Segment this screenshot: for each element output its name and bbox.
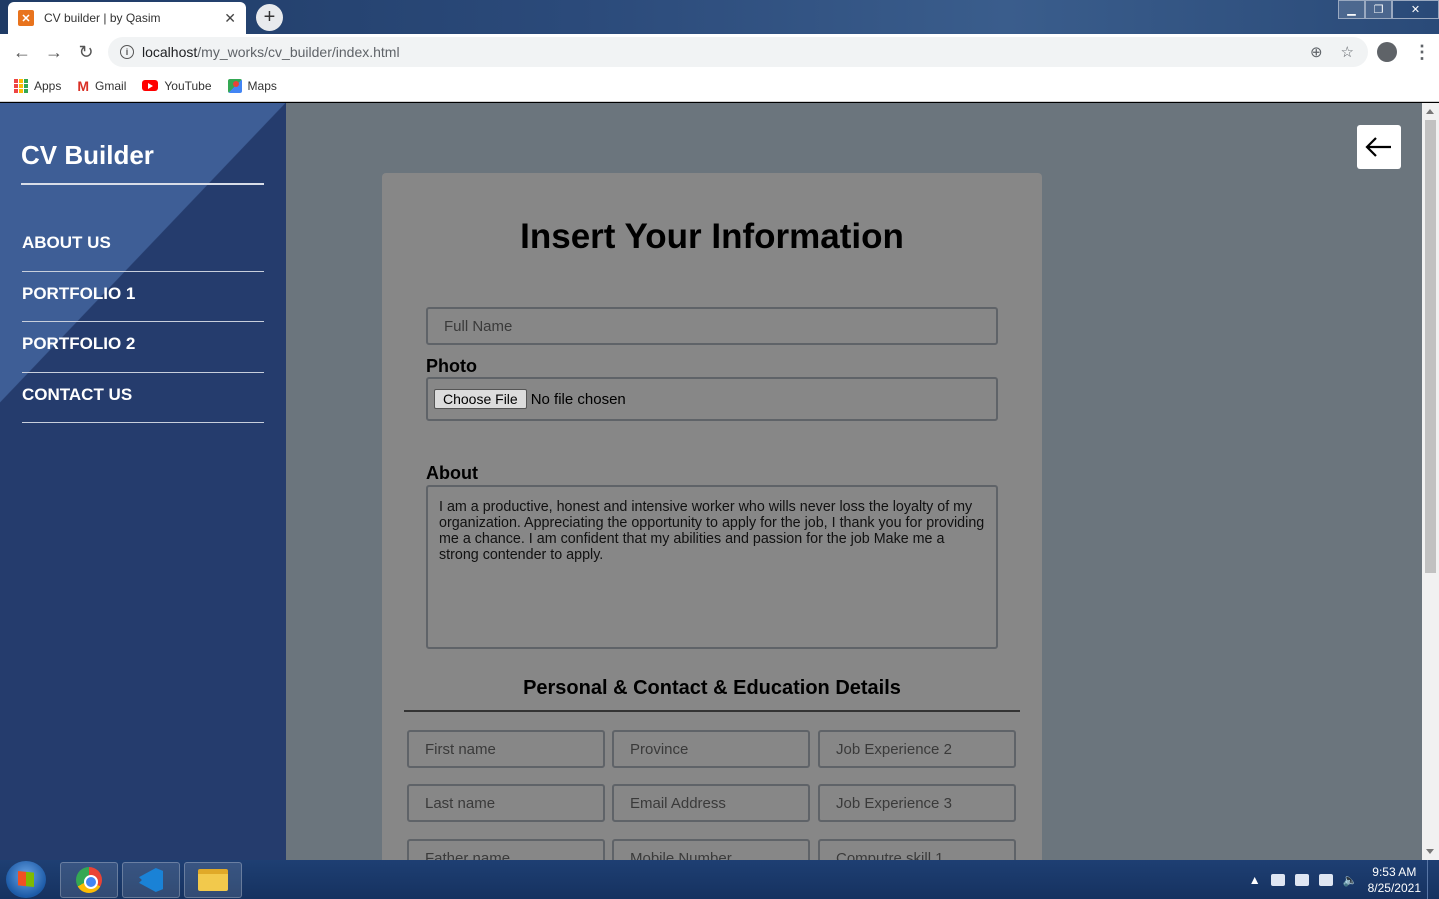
no-file-text: No file chosen — [530, 390, 626, 408]
menu-kebab-icon[interactable]: ⋮ — [1413, 42, 1431, 63]
apps-grid-icon — [14, 78, 28, 93]
arrow-left-icon — [1365, 137, 1391, 157]
gmail-icon: M — [77, 77, 90, 94]
about-textarea[interactable]: I am a productive, honest and intensive … — [426, 485, 998, 649]
last-name-input[interactable]: Last name — [407, 784, 605, 822]
back-arrow-icon[interactable]: ← — [6, 36, 38, 68]
form-title: Insert Your Information — [520, 217, 904, 256]
taskbar-vscode[interactable] — [122, 862, 180, 898]
window-controls: ▁ ❐ ✕ — [1338, 0, 1439, 20]
bookmarks-bar: Apps M Gmail YouTube Maps — [0, 70, 1439, 102]
taskbar-file-explorer[interactable] — [184, 862, 242, 898]
bookmark-maps[interactable]: Maps — [227, 78, 277, 93]
job-experience-2-input[interactable]: Job Experience 2 — [818, 730, 1016, 768]
reload-icon[interactable]: ↻ — [70, 36, 102, 68]
windows-taskbar: ▲ 🔈 9:53 AM 8/25/2021 — [0, 860, 1439, 899]
brand-title: CV Builder — [21, 140, 264, 185]
page-viewport: CV Builder ABOUT US PORTFOLIO 1 PORTFOLI… — [0, 103, 1439, 860]
site-info-icon[interactable]: i — [120, 45, 134, 59]
bookmark-youtube[interactable]: YouTube — [142, 79, 212, 93]
computer-skill-1-input[interactable]: Computre skill 1 — [818, 839, 1016, 860]
father-name-input[interactable]: Father name — [407, 839, 605, 860]
tray-flag-icon[interactable] — [1270, 873, 1285, 886]
about-label: About — [426, 463, 478, 483]
photo-label: Photo — [426, 356, 477, 376]
bookmark-gmail[interactable]: M Gmail — [77, 78, 126, 94]
scroll-up-icon[interactable] — [1426, 109, 1434, 114]
nav-about-us[interactable]: ABOUT US — [22, 221, 264, 272]
back-button[interactable] — [1357, 125, 1401, 169]
bookmark-apps[interactable]: Apps — [14, 78, 61, 93]
vscode-icon — [139, 868, 163, 892]
scrollbar-thumb[interactable] — [1425, 120, 1436, 573]
zoom-icon[interactable]: ⊕ — [1310, 43, 1323, 61]
bookmark-star-icon[interactable]: ☆ — [1341, 43, 1354, 61]
section-divider — [404, 710, 1020, 712]
first-name-input[interactable]: First name — [407, 730, 605, 768]
forward-arrow-icon[interactable]: → — [38, 36, 70, 68]
taskbar-chrome[interactable] — [60, 862, 118, 898]
maps-icon — [227, 78, 242, 93]
tab-close-icon[interactable]: ✕ — [224, 10, 236, 27]
section-title: Personal & Contact & Education Details — [523, 677, 901, 699]
volume-icon[interactable]: 🔈 — [1343, 873, 1358, 887]
browser-tab[interactable]: ✕ CV builder | by Qasim ✕ — [8, 2, 246, 34]
nav-portfolio-2[interactable]: PORTFOLIO 2 — [22, 322, 264, 373]
chrome-icon — [76, 867, 102, 893]
clock[interactable]: 9:53 AM 8/25/2021 — [1368, 864, 1421, 896]
window-titlebar: ✕ CV builder | by Qasim ✕ + ▁ ❐ ✕ — [0, 0, 1439, 34]
youtube-icon — [142, 80, 159, 91]
window-close-icon[interactable]: ✕ — [1392, 0, 1439, 19]
sidebar: CV Builder ABOUT US PORTFOLIO 1 PORTFOLI… — [0, 103, 286, 860]
restore-icon[interactable]: ❐ — [1365, 0, 1392, 19]
tray-device-icon[interactable] — [1294, 873, 1309, 886]
start-button[interactable] — [6, 861, 46, 898]
file-explorer-icon — [198, 869, 228, 891]
province-input[interactable]: Province — [612, 730, 810, 768]
tray-network-icon[interactable] — [1318, 873, 1333, 886]
scroll-down-icon[interactable] — [1426, 849, 1434, 854]
photo-file-input[interactable]: Choose File No file chosen — [426, 377, 998, 421]
xampp-favicon-icon: ✕ — [18, 10, 34, 26]
nav-contact-us[interactable]: CONTACT US — [22, 373, 264, 423]
show-desktop-button[interactable] — [1427, 860, 1439, 899]
mobile-number-input[interactable]: Mobile Number — [612, 839, 810, 860]
browser-toolbar: ← → ↻ i localhost/my_works/cv_builder/in… — [0, 34, 1439, 70]
tray-expand-icon[interactable]: ▲ — [1249, 873, 1261, 887]
system-tray: ▲ 🔈 9:53 AM 8/25/2021 — [1249, 860, 1421, 899]
new-tab-button[interactable]: + — [256, 4, 283, 31]
address-bar[interactable]: i localhost/my_works/cv_builder/index.ht… — [108, 37, 1368, 67]
profile-avatar-icon[interactable] — [1377, 42, 1397, 62]
job-experience-3-input[interactable]: Job Experience 3 — [818, 784, 1016, 822]
page-scrollbar[interactable] — [1422, 103, 1439, 860]
email-address-input[interactable]: Email Address — [612, 784, 810, 822]
url-text: localhost/my_works/cv_builder/index.html — [142, 44, 400, 60]
nav-portfolio-1[interactable]: PORTFOLIO 1 — [22, 272, 264, 322]
sidebar-menu: ABOUT US PORTFOLIO 1 PORTFOLIO 2 CONTACT… — [22, 221, 264, 423]
tab-title: CV builder | by Qasim — [44, 11, 161, 25]
clock-time: 9:53 AM — [1372, 864, 1417, 879]
clock-date: 8/25/2021 — [1367, 880, 1421, 895]
choose-file-button[interactable]: Choose File — [434, 389, 527, 409]
minimize-icon[interactable]: ▁ — [1338, 0, 1365, 19]
full-name-input[interactable]: Full Name — [426, 307, 998, 345]
